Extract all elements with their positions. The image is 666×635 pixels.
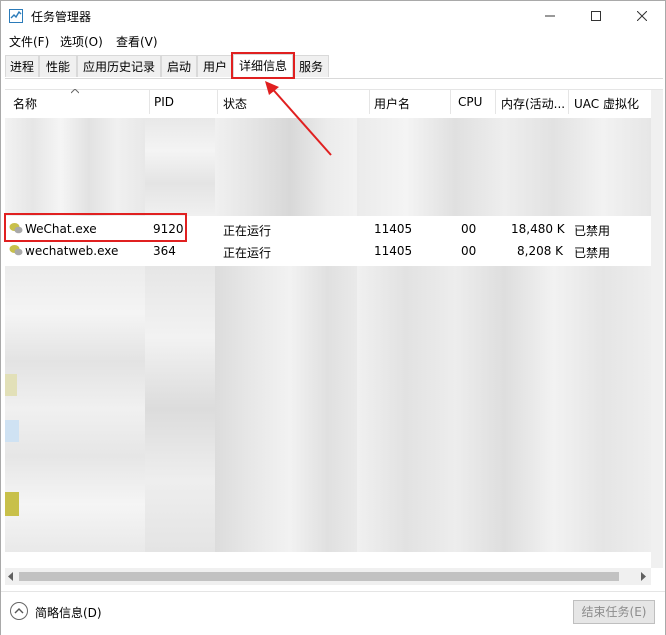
- col-pid[interactable]: PID: [154, 95, 174, 109]
- highlight-box: [4, 213, 187, 242]
- vertical-scrollbar[interactable]: [651, 90, 663, 568]
- col-user[interactable]: 用户名: [374, 95, 410, 112]
- col-cpu[interactable]: CPU: [458, 95, 482, 109]
- wechat-icon: [9, 245, 23, 256]
- obscured-rows: [5, 118, 145, 216]
- horizontal-scrollbar[interactable]: [5, 568, 651, 585]
- menu-view[interactable]: 查看(V): [116, 33, 158, 50]
- chevron-up-icon: [71, 89, 79, 94]
- tab-processes[interactable]: 进程: [5, 55, 39, 77]
- close-button[interactable]: [619, 1, 665, 31]
- footer-bar: 简略信息(D) 结束任务(E): [1, 591, 665, 635]
- collapse-button[interactable]: [10, 602, 28, 620]
- col-divider[interactable]: [450, 90, 451, 114]
- menu-bar: 文件(F) 选项(O) 查看(V): [1, 31, 665, 53]
- title-bar: 任务管理器: [1, 1, 665, 31]
- fewer-details-link[interactable]: 简略信息(D): [35, 604, 102, 621]
- tab-bar: 进程 性能 应用历史记录 启动 用户 详细信息 服务: [5, 54, 663, 79]
- cell-cpu: 00: [461, 244, 477, 258]
- chevron-up-icon: [14, 608, 24, 614]
- process-table: 名称 PID 状态 用户名 CPU 内存(活动... UAC 虚拟化 WeCha…: [5, 89, 663, 590]
- tab-services[interactable]: 服务: [293, 55, 329, 77]
- cell-status: 正在运行: [223, 224, 272, 238]
- scroll-left-icon[interactable]: [8, 572, 14, 581]
- highlight-box: [231, 52, 295, 79]
- cell-memory: 18,480 K: [511, 222, 565, 236]
- col-name[interactable]: 名称: [13, 95, 37, 112]
- col-memory[interactable]: 内存(活动...: [501, 95, 565, 112]
- tab-users[interactable]: 用户: [197, 55, 233, 77]
- tab-startup[interactable]: 启动: [161, 55, 197, 77]
- cell-user: 11405: [374, 244, 413, 258]
- col-divider[interactable]: [149, 90, 150, 114]
- minimize-icon: [545, 15, 555, 17]
- task-manager-window: 任务管理器 文件(F) 选项(O) 查看(V) 进程 性能 应用历史记录 启动 …: [0, 0, 666, 635]
- cell-pid: 364: [153, 244, 176, 258]
- col-divider[interactable]: [495, 90, 496, 114]
- col-divider[interactable]: [217, 90, 218, 114]
- end-task-button[interactable]: 结束任务(E): [573, 600, 655, 624]
- cell-cpu: 00: [461, 222, 477, 236]
- cell-user: 11405: [374, 222, 413, 236]
- obscured-rows: [5, 266, 145, 552]
- scroll-right-icon[interactable]: [641, 572, 647, 581]
- cell-memory: 8,208 K: [517, 244, 564, 258]
- col-divider[interactable]: [568, 90, 569, 114]
- cell-uac: 已禁用: [574, 224, 611, 238]
- obscured-rows: [357, 266, 652, 552]
- tab-performance[interactable]: 性能: [39, 55, 77, 77]
- obscured-icon: [5, 420, 19, 442]
- window-title: 任务管理器: [31, 10, 92, 24]
- arrow-icon: [265, 81, 332, 156]
- obscured-rows: [145, 266, 215, 552]
- col-status[interactable]: 状态: [223, 95, 247, 112]
- obscured-rows: [215, 266, 365, 552]
- obscured-icon: [5, 492, 19, 516]
- minimize-button[interactable]: [527, 1, 573, 31]
- cell-name: wechatweb.exe: [25, 244, 119, 258]
- cell-uac: 已禁用: [574, 246, 611, 260]
- scrollbar-thumb[interactable]: [19, 572, 619, 581]
- close-icon: [637, 11, 647, 21]
- cell-status: 正在运行: [223, 246, 272, 260]
- col-uac[interactable]: UAC 虚拟化: [574, 95, 639, 112]
- obscured-icon: [5, 374, 17, 396]
- col-divider[interactable]: [369, 90, 370, 114]
- obscured-rows: [145, 118, 215, 216]
- menu-file[interactable]: 文件(F): [9, 33, 49, 50]
- table-row[interactable]: wechatweb.exe 364 正在运行 11405 00 8,208 K …: [5, 240, 651, 262]
- menu-options[interactable]: 选项(O): [60, 33, 103, 50]
- maximize-icon: [591, 11, 601, 21]
- task-manager-icon: [9, 9, 23, 23]
- obscured-rows: [357, 118, 652, 216]
- maximize-button[interactable]: [573, 1, 619, 31]
- tab-app-history[interactable]: 应用历史记录: [77, 55, 161, 77]
